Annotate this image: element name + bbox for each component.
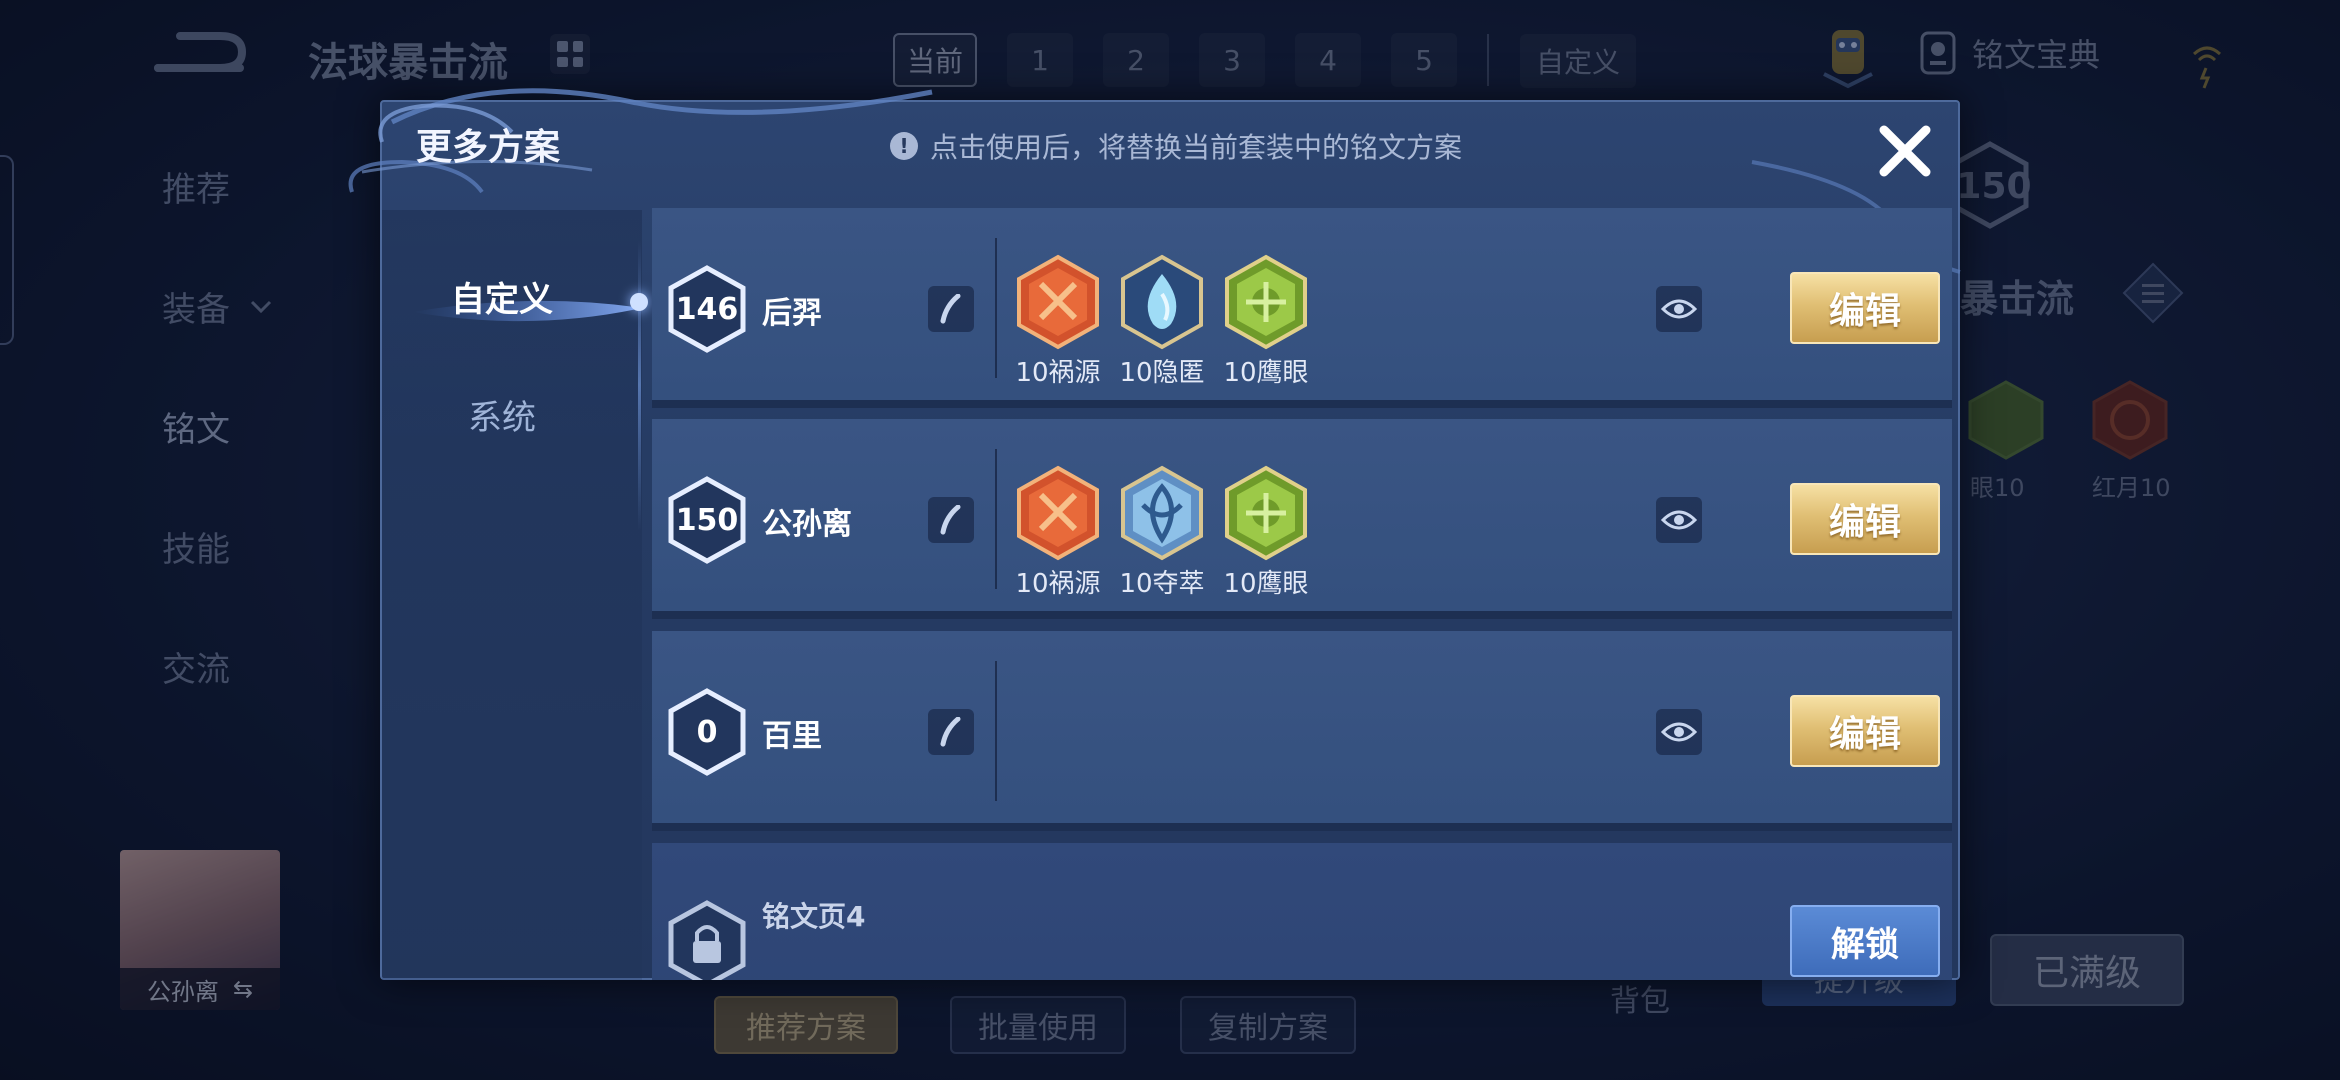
tab-system-plans[interactable]: 系统 — [382, 390, 622, 439]
plunder-rune-icon — [1121, 465, 1203, 561]
row-divider — [995, 238, 997, 378]
plan-name: 百里 — [762, 719, 822, 754]
close-icon[interactable] — [1870, 116, 1940, 186]
edit-button[interactable]: 编辑 — [1790, 483, 1940, 555]
hero-name-bar: 公孙离 ⇆ — [120, 968, 280, 1010]
tab-divider — [1487, 34, 1489, 86]
menu-item-skill[interactable]: 技能 — [162, 522, 230, 571]
menu-item-community[interactable]: 交流 — [162, 642, 230, 691]
plan-level: 150 — [675, 502, 739, 538]
calamity-rune-icon — [1017, 465, 1099, 561]
info-icon: ! — [890, 132, 918, 160]
right-plan-title: 暴击流 — [1960, 277, 2075, 321]
rune-slot: 10隐匿 — [1118, 254, 1206, 389]
recommended-plans-button[interactable]: 推荐方案 — [714, 996, 898, 1054]
rune-slot: 10祸源 — [1014, 254, 1102, 389]
eye-icon — [1661, 510, 1697, 530]
plan-row[interactable]: 150 公孙离 10祸源 10夺萃 10鹰眼 编辑 — [652, 419, 1952, 619]
pencil-icon — [940, 717, 961, 747]
tab-page-4[interactable]: 4 — [1295, 33, 1361, 87]
set-title: 法球暴击流 — [308, 40, 508, 86]
left-edge-handle[interactable] — [0, 155, 14, 345]
back-arrow-icon[interactable] — [150, 28, 250, 84]
right-rune-label: 红月10 — [2092, 474, 2171, 502]
mascot-icon[interactable] — [1820, 24, 1876, 90]
tab-current[interactable]: 当前 — [893, 33, 977, 87]
rune-slot: 10鹰眼 — [1222, 465, 1310, 600]
rune-slot: 10鹰眼 — [1222, 254, 1310, 389]
plan-level: 146 — [675, 291, 739, 327]
dialog-title: 更多方案 — [416, 127, 561, 168]
preview-button[interactable] — [1656, 497, 1702, 543]
unlock-button[interactable]: 解锁 — [1790, 905, 1940, 977]
chevron-down-icon — [250, 300, 272, 313]
swap-icon[interactable]: ⇆ — [233, 975, 253, 1003]
stealth-rune-icon — [1121, 254, 1203, 350]
codex-icon — [1920, 31, 1956, 75]
plan-name: 公孙离 — [762, 507, 852, 542]
screen: 法球暴击流 当前 1 2 3 4 5 自定义 铭文宝典 推荐 装备 铭文 技能 … — [0, 0, 2340, 1080]
batch-use-button[interactable]: 批量使用 — [950, 996, 1126, 1054]
grid-icon[interactable] — [550, 34, 590, 74]
menu-icon[interactable] — [2122, 262, 2184, 324]
plan-row[interactable]: 0 百里 编辑 — [652, 631, 1952, 831]
bag-label[interactable]: 背包 — [1610, 976, 1670, 1020]
rename-button[interactable] — [928, 709, 974, 755]
tab-rail — [638, 240, 641, 530]
tab-page-5[interactable]: 5 — [1391, 33, 1457, 87]
right-rune-label: 眼10 — [1970, 474, 2025, 502]
red-moon-rune-icon — [2092, 380, 2168, 460]
more-plans-dialog: 更多方案 ! 点击使用后，将替换当前套装中的铭文方案 自定义 系统 146 后羿… — [348, 88, 1961, 980]
rune-slot: 10夺萃 — [1118, 465, 1206, 600]
green-rune-icon — [1968, 380, 2044, 460]
plan-category-tabs: 自定义 系统 — [382, 210, 648, 980]
eye-icon — [1661, 722, 1697, 742]
plan-level: 0 — [696, 714, 718, 750]
pencil-icon — [940, 294, 961, 324]
menu-item-recommend[interactable]: 推荐 — [162, 162, 230, 211]
hero-avatar[interactable]: 公孙离 ⇆ — [120, 850, 280, 1010]
row-divider — [995, 449, 997, 589]
maxed-level-button[interactable]: 已满级 — [1990, 934, 2184, 1006]
active-tab-indicator — [630, 293, 648, 311]
lock-icon — [668, 900, 746, 980]
tab-custom-plans[interactable]: 自定义 — [382, 272, 622, 321]
network-status-icon — [2192, 46, 2222, 89]
level-badge-icon: 150 — [1951, 141, 2030, 229]
locked-plan-name: 铭文页4 — [762, 900, 866, 933]
rune-slot: 10祸源 — [1014, 465, 1102, 600]
hawkeye-rune-icon — [1225, 254, 1307, 350]
rune-page-tabs: 当前 1 2 3 4 5 — [893, 30, 1489, 90]
preview-button[interactable] — [1656, 709, 1702, 755]
locked-plan-row[interactable]: 铭文页4 解锁 — [652, 843, 1952, 980]
row-divider — [995, 661, 997, 801]
rename-button[interactable] — [928, 497, 974, 543]
rune-codex-button[interactable]: 铭文宝典 — [1920, 30, 2100, 76]
tab-page-1[interactable]: 1 — [1007, 33, 1073, 87]
copy-plan-button[interactable]: 复制方案 — [1180, 996, 1356, 1054]
menu-item-equipment[interactable]: 装备 — [162, 282, 272, 331]
pencil-icon — [940, 505, 961, 535]
plan-row[interactable]: 146 后羿 10祸源 10隐匿 10鹰眼 编辑 — [652, 208, 1952, 408]
hawkeye-rune-icon — [1225, 465, 1307, 561]
menu-item-rune[interactable]: 铭文 — [162, 402, 230, 451]
codex-label: 铭文宝典 — [1972, 36, 2101, 74]
plan-name: 后羿 — [762, 296, 822, 331]
dialog-notice: ! 点击使用后，将替换当前套装中的铭文方案 — [890, 126, 1462, 166]
tab-page-3[interactable]: 3 — [1199, 33, 1265, 87]
tab-custom[interactable]: 自定义 — [1520, 34, 1636, 88]
plan-list: 146 后羿 10祸源 10隐匿 10鹰眼 编辑 150 公孙离 10祸源 10… — [652, 208, 1952, 980]
eye-icon — [1661, 299, 1697, 319]
svg-text:150: 150 — [1956, 166, 2030, 207]
tab-page-2[interactable]: 2 — [1103, 33, 1169, 87]
calamity-rune-icon — [1017, 254, 1099, 350]
preview-button[interactable] — [1656, 286, 1702, 332]
edit-button[interactable]: 编辑 — [1790, 272, 1940, 344]
rename-button[interactable] — [928, 286, 974, 332]
edit-button[interactable]: 编辑 — [1790, 695, 1940, 767]
